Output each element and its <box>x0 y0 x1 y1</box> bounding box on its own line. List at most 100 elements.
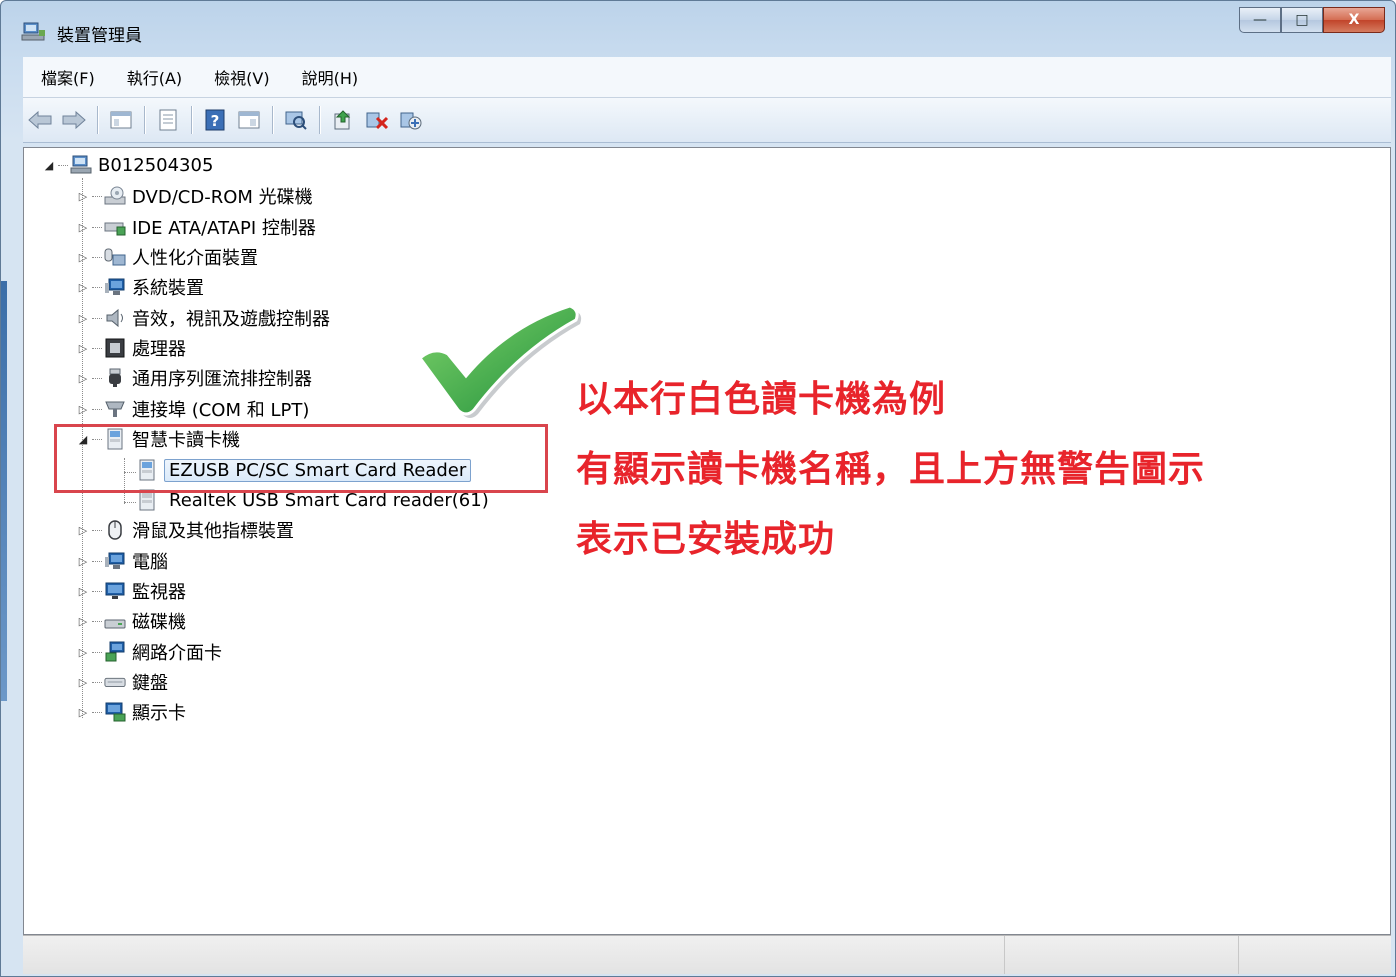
tree-category-label: 系統裝置 <box>132 278 204 299</box>
status-pane-main <box>23 936 1005 974</box>
menu-file[interactable]: 檔案(F) <box>23 65 109 89</box>
collapsed-arrow-icon[interactable]: ▷ <box>76 403 90 416</box>
show-hide-tree-icon[interactable] <box>107 106 135 134</box>
port-icon <box>104 398 126 420</box>
tree-category-mouse[interactable]: ▷ 滑鼠及其他指標裝置 <box>76 516 294 544</box>
maximize-button[interactable]: □ <box>1281 7 1323 33</box>
tree-category-label: 監視器 <box>132 582 186 603</box>
tree-connector-line <box>92 711 102 713</box>
enable-device-icon[interactable] <box>397 106 425 134</box>
collapsed-arrow-icon[interactable]: ▷ <box>76 706 90 719</box>
uninstall-device-icon[interactable] <box>363 106 391 134</box>
annotation-line-3: 表示已安裝成功 <box>576 519 836 560</box>
menu-action[interactable]: 執行(A) <box>109 65 196 89</box>
collapsed-arrow-icon[interactable]: ▷ <box>76 190 90 203</box>
minimize-icon: — <box>1253 12 1267 28</box>
tree-category-monitor[interactable]: ▷ 監視器 <box>76 577 186 605</box>
help-icon[interactable]: ? <box>201 106 229 134</box>
usb-icon <box>104 367 126 389</box>
tree-connector-line <box>92 226 102 228</box>
tree-category-processor[interactable]: ▷ 處理器 <box>76 334 186 362</box>
toolbar-separator <box>319 106 320 134</box>
title-bar[interactable]: 裝置管理員 — □ X <box>1 1 1395 57</box>
tree-connector-line <box>92 620 102 622</box>
disk-drive-icon <box>104 610 126 632</box>
device-tree-panel[interactable]: ◢ B012504305 ▷ DVD/CD-ROM 光碟機 ▷ IDE ATA/… <box>23 147 1391 935</box>
menu-bar: 檔案(F) 執行(A) 檢視(V) 說明(H) <box>23 57 1391 98</box>
toolbar: ? <box>23 98 1391 143</box>
minimize-button[interactable]: — <box>1239 7 1281 33</box>
collapsed-arrow-icon[interactable]: ▷ <box>76 615 90 628</box>
tree-category-label: 音效，視訊及遊戲控制器 <box>132 309 330 330</box>
tree-category-display[interactable]: ▷ 顯示卡 <box>76 698 186 726</box>
processor-icon <box>104 337 126 359</box>
checkmark-icon <box>417 304 582 418</box>
toolbar-separator <box>97 106 98 134</box>
ide-controller-icon <box>104 216 126 238</box>
collapsed-arrow-icon[interactable]: ▷ <box>76 585 90 598</box>
tree-connector-line <box>92 560 102 562</box>
annotation-line-2: 有顯示讀卡機名稱，且上方無警告圖示 <box>576 449 1206 490</box>
collapsed-arrow-icon[interactable]: ▷ <box>76 312 90 325</box>
tree-category-usb[interactable]: ▷ 通用序列匯流排控制器 <box>76 364 312 392</box>
collapsed-arrow-icon[interactable]: ▷ <box>76 646 90 659</box>
tree-category-label: 磁碟機 <box>132 612 186 633</box>
device-manager-window: 裝置管理員 — □ X 檔案(F) 執行(A) 檢視(V) 說明(H) ? ◢ … <box>0 0 1396 977</box>
status-pane-tertiary <box>1239 936 1389 974</box>
tree-category-disk[interactable]: ▷ 磁碟機 <box>76 607 186 635</box>
display-adapter-icon <box>104 701 126 723</box>
collapsed-arrow-icon[interactable]: ▷ <box>76 251 90 264</box>
hid-device-icon <box>104 246 126 268</box>
window-edge-decoration <box>1 281 7 701</box>
tree-category-label: 網路介面卡 <box>132 643 222 664</box>
tree-category-hid[interactable]: ▷ 人性化介面裝置 <box>76 243 258 271</box>
tree-connector-line <box>92 347 102 349</box>
menu-view[interactable]: 檢視(V) <box>196 65 283 89</box>
console-view-icon[interactable] <box>235 106 263 134</box>
device-manager-icon <box>21 21 47 43</box>
tree-category-sound[interactable]: ▷ 音效，視訊及遊戲控制器 <box>76 304 330 332</box>
collapsed-arrow-icon[interactable]: ▷ <box>76 372 90 385</box>
tree-connector-line <box>92 590 102 592</box>
back-arrow-icon[interactable] <box>26 106 54 134</box>
collapsed-arrow-icon[interactable]: ▷ <box>76 221 90 234</box>
collapsed-arrow-icon[interactable]: ▷ <box>76 555 90 568</box>
tree-category-label: 人性化介面裝置 <box>132 248 258 269</box>
system-device-icon <box>104 276 126 298</box>
tree-category-label: IDE ATA/ATAPI 控制器 <box>132 218 316 239</box>
tree-category-label: 顯示卡 <box>132 703 186 724</box>
expanded-arrow-icon[interactable]: ◢ <box>42 159 56 172</box>
highlight-box <box>54 424 548 493</box>
tree-connector-line <box>92 408 102 410</box>
monitor-icon <box>104 580 126 602</box>
tree-category-dvd[interactable]: ▷ DVD/CD-ROM 光碟機 <box>76 182 313 210</box>
tree-category-label: 處理器 <box>132 339 186 360</box>
close-button[interactable]: X <box>1323 7 1385 33</box>
maximize-icon: □ <box>1295 12 1309 28</box>
status-bar <box>23 935 1391 974</box>
caption-buttons: — □ X <box>1239 7 1385 41</box>
keyboard-icon <box>104 671 126 693</box>
update-driver-icon[interactable] <box>329 106 357 134</box>
menu-help[interactable]: 說明(H) <box>284 65 373 89</box>
tree-category-network[interactable]: ▷ 網路介面卡 <box>76 638 222 666</box>
collapsed-arrow-icon[interactable]: ▷ <box>76 676 90 689</box>
tree-connector-line <box>92 377 102 379</box>
tree-category-computer[interactable]: ▷ 電腦 <box>76 547 168 575</box>
tree-root-label: B012504305 <box>98 154 214 176</box>
tree-connector-line <box>92 195 102 197</box>
forward-arrow-icon[interactable] <box>60 106 88 134</box>
tree-category-ports[interactable]: ▷ 連接埠 (COM 和 LPT) <box>76 395 310 423</box>
tree-category-system[interactable]: ▷ 系統裝置 <box>76 273 204 301</box>
scan-hardware-icon[interactable] <box>282 106 310 134</box>
collapsed-arrow-icon[interactable]: ▷ <box>76 342 90 355</box>
properties-icon[interactable] <box>154 106 182 134</box>
tree-category-keyboard[interactable]: ▷ 鍵盤 <box>76 668 168 696</box>
tree-category-label: 滑鼠及其他指標裝置 <box>132 521 294 542</box>
tree-category-ide[interactable]: ▷ IDE ATA/ATAPI 控制器 <box>76 213 316 241</box>
tree-root-node[interactable]: ◢ B012504305 <box>42 151 214 179</box>
dvd-drive-icon <box>104 185 126 207</box>
computer-icon <box>104 550 126 572</box>
collapsed-arrow-icon[interactable]: ▷ <box>76 281 90 294</box>
collapsed-arrow-icon[interactable]: ▷ <box>76 524 90 537</box>
